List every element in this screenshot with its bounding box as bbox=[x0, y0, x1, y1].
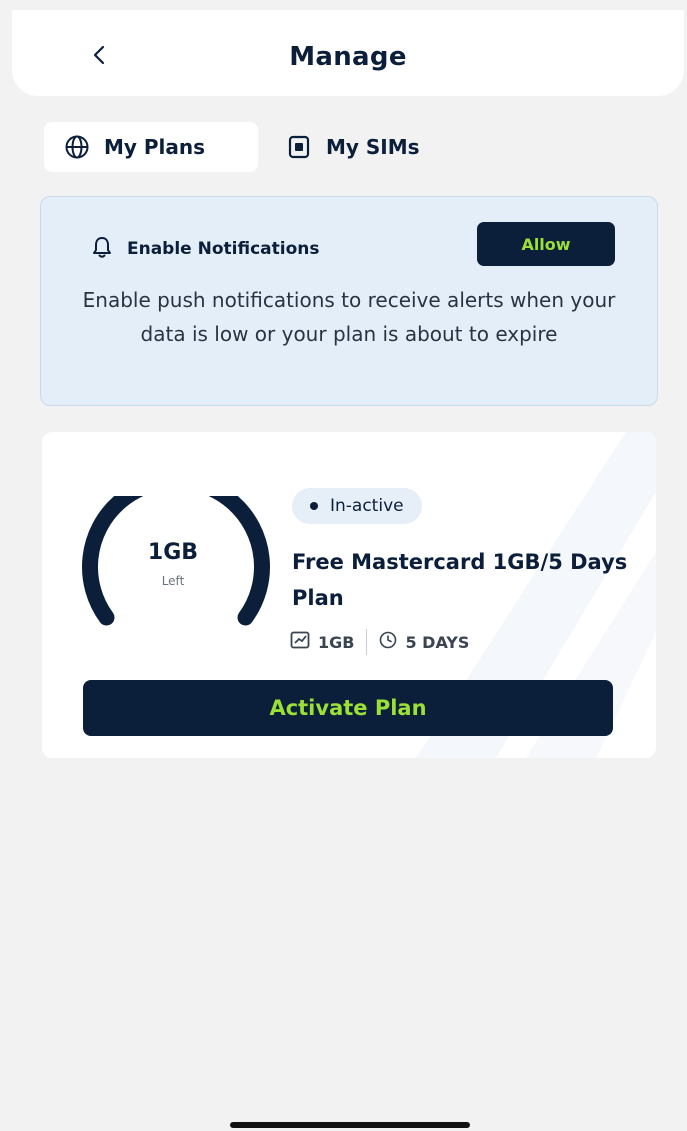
allow-button[interactable]: Allow bbox=[477, 222, 615, 266]
notification-body: Enable push notifications to receive ale… bbox=[82, 288, 616, 346]
home-indicator[interactable] bbox=[230, 1122, 470, 1128]
data-chart-icon bbox=[290, 631, 310, 653]
manage-screen: Manage My Plans My SIMs Enable Notificat… bbox=[0, 0, 687, 1131]
tab-label: My Plans bbox=[104, 135, 206, 159]
notification-banner: Enable Notifications Allow Enable push n… bbox=[40, 196, 658, 406]
plan-duration: 5 DAYS bbox=[405, 632, 470, 652]
globe-icon bbox=[64, 134, 90, 160]
page-title: Manage bbox=[289, 42, 407, 72]
notification-header: Enable Notifications bbox=[91, 235, 320, 263]
status-label: In-active bbox=[330, 496, 404, 516]
tab-my-sims[interactable]: My SIMs bbox=[282, 122, 482, 172]
header: Manage bbox=[12, 10, 684, 96]
status-dot bbox=[310, 502, 318, 510]
plan-data-amount: 1GB bbox=[318, 632, 355, 652]
sim-card-icon bbox=[286, 134, 312, 160]
data-gauge bbox=[82, 496, 270, 626]
plan-card: 1GB Left In-active Free Mastercard 1GB/5… bbox=[42, 432, 656, 758]
status-badge: In-active bbox=[292, 488, 422, 524]
activate-plan-button[interactable]: Activate Plan bbox=[83, 680, 613, 736]
meta-divider bbox=[366, 629, 368, 655]
gauge-value: 1GB bbox=[147, 540, 199, 565]
tab-label: My SIMs bbox=[326, 135, 420, 159]
notification-title: Enable Notifications bbox=[127, 239, 320, 259]
gauge-sublabel: Left bbox=[161, 574, 185, 588]
tab-my-plans[interactable]: My Plans bbox=[44, 122, 258, 172]
bell-icon bbox=[91, 235, 113, 263]
plan-meta: 1GB 5 DAYS bbox=[290, 628, 469, 656]
clock-icon bbox=[379, 631, 397, 653]
plan-name: Free Mastercard 1GB/5 Days Plan bbox=[292, 550, 628, 610]
